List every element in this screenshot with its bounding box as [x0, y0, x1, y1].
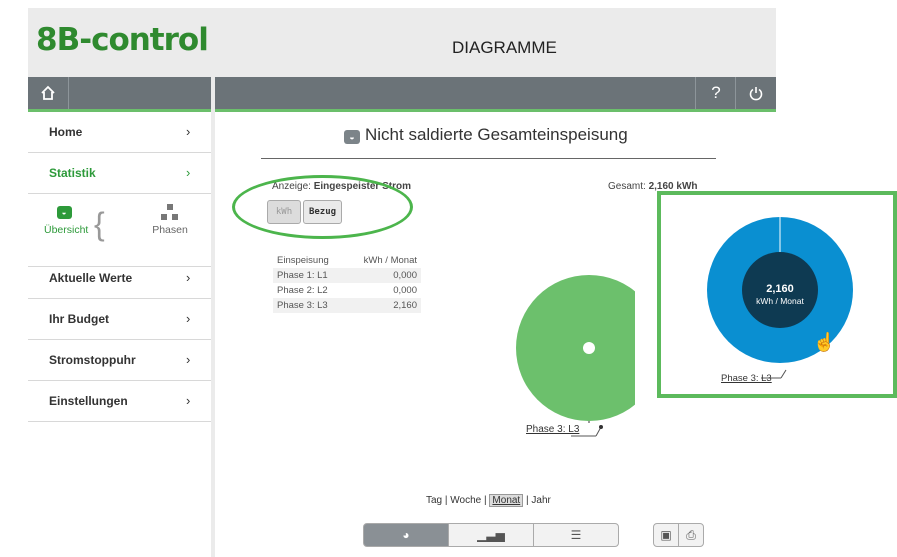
- table-cell: Phase 1: L1: [273, 268, 349, 283]
- sidebar-item-ihr-budget[interactable]: Ihr Budget ›: [28, 299, 211, 340]
- table-cell: Phase 3: L3: [273, 298, 349, 313]
- donut-label: Phase 3: L3: [721, 373, 772, 384]
- hbar-view-button[interactable]: ☰: [533, 523, 619, 547]
- page-title: DIAGRAMME: [452, 38, 557, 57]
- pie-slice-phase-3[interactable]: [516, 275, 635, 421]
- help-icon: ?: [711, 83, 721, 102]
- table-cell: 0,000: [349, 268, 421, 283]
- chevron-right-icon: ›: [186, 270, 191, 285]
- chevron-right-icon: ›: [186, 165, 191, 180]
- sidebar-item-aktuelle-werte[interactable]: Aktuelle Werte ›: [28, 258, 211, 299]
- pie-view-button[interactable]: ◕: [363, 523, 449, 547]
- chevron-right-icon: ›: [186, 311, 191, 326]
- period-separator: |: [444, 495, 448, 506]
- gauge-icon: ◒: [344, 130, 360, 144]
- table-row: Phase 3: L3 2,160: [273, 298, 421, 313]
- period-separator: |: [526, 495, 529, 506]
- sidebar-item-label: Home: [49, 125, 83, 139]
- home-icon: [41, 85, 55, 100]
- donut-unit: kWh / Monat: [756, 296, 804, 306]
- sidebar-item-label: Stromstoppuhr: [49, 353, 136, 367]
- sidebar-item-label: Ihr Budget: [49, 312, 109, 326]
- pie-chart-icon: ◕: [402, 528, 410, 542]
- pie-center-dot: [583, 342, 595, 354]
- sidebar: Home › Statistik › ◒ Übersicht { Phasen: [28, 112, 211, 557]
- zoom-callout: 2,160 kWh / Monat ☝ Phase 3: L3: [657, 191, 897, 398]
- sidebar-item-einstellungen[interactable]: Einstellungen ›: [28, 381, 211, 422]
- sidebar-item-label: Einstellungen: [49, 394, 128, 408]
- period-jahr[interactable]: Jahr: [531, 495, 550, 506]
- table-header-row: Einspeisung kWh / Monat: [273, 253, 421, 268]
- sidebar-item-stromstoppuhr[interactable]: Stromstoppuhr ›: [28, 340, 211, 381]
- sidebar-item-statistik[interactable]: Statistik ›: [28, 153, 211, 194]
- power-icon: [749, 87, 763, 101]
- logo: 8B-control: [36, 22, 209, 58]
- chevron-right-icon: ›: [186, 124, 191, 139]
- table-cell: 2,160: [349, 298, 421, 313]
- phases-tab[interactable]: Phasen: [140, 204, 200, 236]
- table-row: Phase 1: L1 0,000: [273, 268, 421, 283]
- table-cell: 0,000: [393, 285, 417, 296]
- home-button[interactable]: [28, 77, 69, 109]
- chevron-right-icon: ›: [186, 352, 191, 367]
- overview-tab[interactable]: ◒ Übersicht: [44, 204, 89, 236]
- hand-cursor-icon: ☝: [813, 332, 836, 352]
- help-button[interactable]: ?: [695, 77, 736, 109]
- table-row: Phase 2: L2 0,000: [273, 283, 421, 298]
- phase-table: Einspeisung kWh / Monat Phase 1: L1 0,00…: [273, 253, 421, 313]
- print-icon: ⎙: [686, 527, 696, 542]
- sidebar-item-label: Statistik: [49, 166, 96, 180]
- panel-title: Nicht saldierte Gesamteinspeisung: [365, 125, 628, 144]
- power-button[interactable]: [735, 77, 776, 109]
- table-header: Einspeisung: [277, 255, 329, 266]
- total-prefix: Gesamt:: [608, 181, 646, 192]
- horizontal-bar-icon: ☰: [570, 528, 582, 542]
- phases-icon: [161, 204, 179, 222]
- save-button[interactable]: ▣: [653, 523, 679, 547]
- title-divider: [261, 158, 716, 159]
- pie-chart: [516, 275, 635, 423]
- sidebar-item-label: Aktuelle Werte: [49, 271, 133, 285]
- brace-divider: {: [94, 206, 105, 242]
- table-cell: Phase 2: L2: [277, 285, 328, 296]
- statistik-submenu: ◒ Übersicht { Phasen: [28, 194, 211, 267]
- gauge-icon: ◒: [56, 206, 72, 219]
- bar-chart-icon: ▁▃▅: [477, 528, 505, 542]
- donut-value: 2,160: [766, 283, 794, 295]
- period-selector: Tag | Woche | Monat | Jahr: [426, 494, 551, 507]
- sidebar-header-bar: [28, 77, 211, 112]
- period-tag[interactable]: Tag: [426, 495, 442, 506]
- pie-label: Phase 3: L3: [526, 424, 580, 435]
- phases-label: Phasen: [152, 224, 188, 236]
- period-woche[interactable]: Woche: [450, 495, 481, 506]
- highlight-ellipse: [232, 175, 413, 239]
- main-header-bar: ?: [215, 77, 776, 112]
- period-separator: |: [484, 495, 487, 506]
- save-icon: ▣: [660, 528, 672, 542]
- print-button[interactable]: ⎙: [678, 523, 704, 547]
- overview-label: Übersicht: [44, 224, 89, 236]
- period-monat[interactable]: Monat: [489, 494, 524, 507]
- sidebar-item-home[interactable]: Home ›: [28, 112, 211, 153]
- table-header: kWh / Monat: [363, 255, 417, 266]
- bar-view-button[interactable]: ▁▃▅: [448, 523, 534, 547]
- chevron-right-icon: ›: [186, 393, 191, 408]
